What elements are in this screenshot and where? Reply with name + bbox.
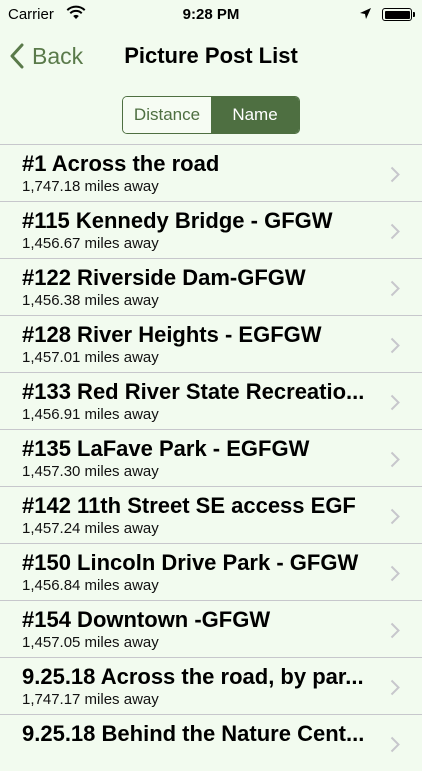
- page-title: Picture Post List: [124, 43, 298, 68]
- list-item[interactable]: #142 11th Street SE access EGF 1,457.24 …: [0, 486, 422, 543]
- list-item[interactable]: #150 Lincoln Drive Park - GFGW 1,456.84 …: [0, 543, 422, 600]
- navigation-bar: Back Picture Post List: [0, 30, 422, 85]
- list-item[interactable]: #128 River Heights - EGFGW 1,457.01 mile…: [0, 315, 422, 372]
- status-bar: Carrier 9:28 PM: [0, 0, 422, 30]
- chevron-right-icon: [390, 166, 400, 183]
- post-name: #135 LaFave Park - EGFGW: [22, 436, 310, 461]
- post-name: 9.25.18 Across the road, by par...: [22, 664, 364, 689]
- list-item[interactable]: #122 Riverside Dam-GFGW 1,456.38 miles a…: [0, 258, 422, 315]
- chevron-right-icon: [390, 337, 400, 354]
- chevron-right-icon: [390, 451, 400, 468]
- post-name: #154 Downtown -GFGW: [22, 607, 271, 632]
- list-item[interactable]: 9.25.18 Behind the Nature Cent...: [0, 714, 422, 771]
- post-distance: 1,456.38 miles away: [22, 292, 159, 309]
- segment-distance[interactable]: Distance: [123, 97, 211, 133]
- sort-segmented-control: Distance Name: [122, 96, 300, 134]
- chevron-right-icon: [390, 223, 400, 240]
- list-item[interactable]: #135 LaFave Park - EGFGW 1,457.30 miles …: [0, 429, 422, 486]
- post-distance: 1,457.30 miles away: [22, 463, 159, 480]
- post-name: 9.25.18 Behind the Nature Cent...: [22, 721, 365, 746]
- chevron-right-icon: [390, 679, 400, 696]
- post-distance: 1,747.17 miles away: [22, 691, 159, 708]
- post-name: #115 Kennedy Bridge - GFGW: [22, 208, 333, 233]
- post-distance: 1,456.67 miles away: [22, 235, 159, 252]
- list-item[interactable]: #115 Kennedy Bridge - GFGW 1,456.67 mile…: [0, 201, 422, 258]
- post-name: #1 Across the road: [22, 151, 220, 176]
- post-name: #150 Lincoln Drive Park - GFGW: [22, 550, 359, 575]
- segment-name[interactable]: Name: [211, 97, 299, 133]
- post-distance: 1,457.05 miles away: [22, 634, 159, 651]
- post-distance: 1,456.91 miles away: [22, 406, 159, 423]
- picture-post-list: #1 Across the road 1,747.18 miles away #…: [0, 144, 422, 771]
- chevron-right-icon: [390, 280, 400, 297]
- post-name: #142 11th Street SE access EGF: [22, 493, 356, 518]
- post-name: #122 Riverside Dam-GFGW: [22, 265, 306, 290]
- post-distance: 1,747.18 miles away: [22, 178, 159, 195]
- post-distance: 1,457.01 miles away: [22, 349, 159, 366]
- list-item[interactable]: #154 Downtown -GFGW 1,457.05 miles away: [0, 600, 422, 657]
- post-name: #128 River Heights - EGFGW: [22, 322, 322, 347]
- post-distance: 1,456.84 miles away: [22, 577, 159, 594]
- chevron-right-icon: [390, 622, 400, 639]
- chevron-right-icon: [390, 736, 400, 753]
- chevron-right-icon: [390, 565, 400, 582]
- battery-icon: [382, 8, 415, 21]
- chevron-right-icon: [390, 394, 400, 411]
- location-arrow-icon: [359, 7, 372, 24]
- list-item[interactable]: #133 Red River State Recreatio... 1,456.…: [0, 372, 422, 429]
- list-item[interactable]: #1 Across the road 1,747.18 miles away: [0, 144, 422, 201]
- list-item[interactable]: 9.25.18 Across the road, by par... 1,747…: [0, 657, 422, 714]
- chevron-right-icon: [390, 508, 400, 525]
- post-name: #133 Red River State Recreatio...: [22, 379, 365, 404]
- post-distance: 1,457.24 miles away: [22, 520, 159, 537]
